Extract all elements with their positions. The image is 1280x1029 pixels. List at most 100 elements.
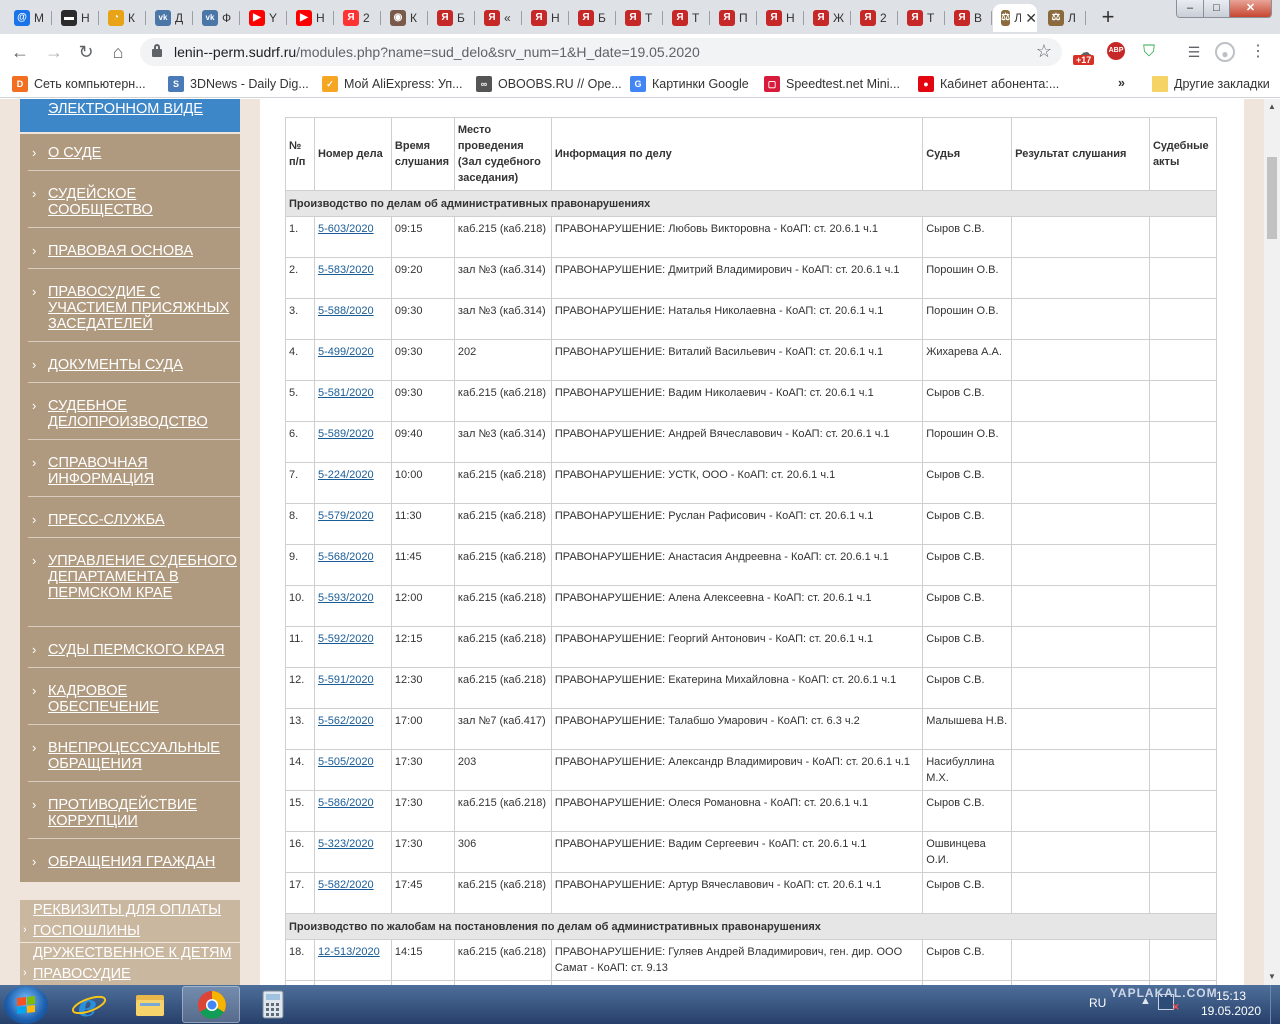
maximize-button[interactable]: □ <box>1203 0 1229 17</box>
sidebar-item[interactable]: › УПРАВЛЕНИЕ СУДЕБНОГО ДЕПАРТАМЕНТА В ПЕР… <box>28 553 240 601</box>
home-icon[interactable]: ⌂ <box>106 40 130 64</box>
browser-tab[interactable]: ЯТ <box>899 4 945 32</box>
sidebar-item[interactable]: › ДОКУМЕНТЫ СУДА <box>28 357 240 373</box>
browser-tab[interactable]: ЯТ <box>664 4 710 32</box>
case-number-link[interactable]: 5-562/2020 <box>318 715 374 727</box>
bookmark-item[interactable]: ∞ OBOOBS.RU // Ope... <box>476 76 622 92</box>
sidebar-item[interactable]: › ПРЕСС-СЛУЖБА <box>28 512 240 528</box>
lock-icon[interactable] <box>152 44 162 57</box>
browser-tab[interactable]: ⚖ Л ✕ <box>993 4 1037 32</box>
show-desktop-button[interactable] <box>1270 985 1280 1024</box>
sidebar-active-label[interactable]: ЭЛЕКТРОННОМ ВИДЕ <box>28 101 240 117</box>
browser-tab[interactable]: ▶ Н <box>288 4 334 32</box>
address-bar[interactable]: lenin--perm.sudrf.ru/modules.php?name=su… <box>140 38 1062 66</box>
browser-tab[interactable]: Я2 <box>852 4 898 32</box>
case-number-link[interactable]: 5-505/2020 <box>318 756 374 768</box>
profile-avatar-icon[interactable]: ● <box>1215 42 1235 62</box>
browser-tab[interactable]: vk Д <box>147 4 193 32</box>
sidebar-link[interactable]: › РЕКВИЗИТЫ ДЛЯ ОПЛАТЫ ГОСПОШЛИНЫ <box>20 900 240 942</box>
reload-icon[interactable]: ↻ <box>74 40 98 64</box>
browser-tab[interactable]: vk Ф <box>194 4 240 32</box>
case-number-link[interactable]: 5-579/2020 <box>318 510 374 522</box>
browser-tab[interactable]: Я2 <box>335 4 381 32</box>
scroll-up-arrow-icon[interactable]: ▲ <box>1264 99 1280 115</box>
browser-tab[interactable]: ЯН <box>758 4 804 32</box>
shield-icon[interactable]: ⛉ <box>1139 42 1159 62</box>
minimize-button[interactable]: – <box>1177 0 1203 17</box>
adblock-icon[interactable]: ABP <box>1107 42 1125 60</box>
bookmark-item[interactable]: ▢ Speedtest.net Mini... <box>764 76 900 92</box>
browser-tab[interactable]: ◉ К <box>382 4 428 32</box>
bookmark-item[interactable]: G Картинки Google <box>630 76 749 92</box>
case-number-link[interactable]: 5-323/2020 <box>318 838 374 850</box>
browser-tab[interactable]: ЯВ <box>946 4 992 32</box>
case-number-link[interactable]: 5-582/2020 <box>318 879 374 891</box>
case-number-link[interactable]: 12-513/2020 <box>318 946 380 958</box>
scroll-down-arrow-icon[interactable]: ▼ <box>1264 969 1280 985</box>
language-indicator[interactable]: RU <box>1089 996 1106 1010</box>
sidebar-link[interactable]: › ДРУЖЕСТВЕННОЕ К ДЕТЯМ ПРАВОСУДИЕ <box>20 943 240 985</box>
case-number-link[interactable]: 5-591/2020 <box>318 674 374 686</box>
taskbar-chrome[interactable] <box>182 986 240 1023</box>
browser-tab[interactable]: ▶ Y <box>241 4 287 32</box>
browser-tab[interactable]: @ M <box>6 4 52 32</box>
tab-title: Y <box>269 11 278 25</box>
browser-tab[interactable]: ◔ К <box>100 4 146 32</box>
back-icon[interactable]: ← <box>8 40 32 64</box>
media-controls-icon[interactable]: ☰ <box>1184 42 1204 62</box>
sidebar-item[interactable]: › СУДЕЙСКОЕ СООБЩЕСТВО <box>28 186 240 218</box>
scrollbar-thumb[interactable] <box>1267 157 1277 239</box>
start-button[interactable] <box>4 986 48 1024</box>
vertical-scrollbar[interactable]: ▲ ▼ <box>1264 99 1280 985</box>
taskbar-explorer[interactable] <box>121 986 179 1023</box>
browser-tab[interactable]: ЯБ <box>429 4 475 32</box>
case-number-link[interactable]: 5-586/2020 <box>318 797 374 809</box>
case-info-cell: ПРАВОНАРУШЕНИЕ: Виталий Васильевич - КоА… <box>550 339 924 381</box>
bookmark-star-icon[interactable]: ☆ <box>1036 41 1052 62</box>
taskbar-internet-explorer[interactable]: e <box>60 986 118 1024</box>
bookmark-item[interactable]: S 3DNews - Daily Dig... <box>168 76 309 92</box>
sidebar-item[interactable]: › ПРАВОВАЯ ОСНОВА <box>28 243 240 259</box>
case-number-link[interactable]: 5-568/2020 <box>318 551 374 563</box>
case-number-link[interactable]: 5-592/2020 <box>318 633 374 645</box>
browser-tab[interactable]: ЯЖ <box>805 4 851 32</box>
bookmark-item[interactable]: ✓ Мой AliExpress: Уп... <box>322 76 463 92</box>
sidebar-item[interactable]: › ПРОТИВОДЕЙСТВИЕ КОРРУПЦИИ <box>28 797 240 829</box>
hearing-time-cell: 10:00 <box>390 462 455 504</box>
sidebar-item[interactable]: › СПРАВОЧНАЯ ИНФОРМАЦИЯ <box>28 455 240 487</box>
case-number-link[interactable]: 5-224/2020 <box>318 469 374 481</box>
sidebar-item[interactable]: › КАДРОВОЕ ОБЕСПЕЧЕНИЕ <box>28 683 240 715</box>
close-tab-icon[interactable]: ✕ <box>1025 10 1037 27</box>
sidebar-item[interactable]: › О СУДЕ <box>28 145 240 161</box>
sidebar-item[interactable]: › ОБРАЩЕНИЯ ГРАЖДАН <box>28 854 240 870</box>
bookmark-item[interactable]: ● Кабинет абонента:... <box>918 76 1059 92</box>
case-number-link[interactable]: 5-581/2020 <box>318 387 374 399</box>
menu-kebab-icon[interactable]: ⋮ <box>1248 42 1268 62</box>
forward-icon[interactable]: → <box>42 40 66 64</box>
browser-tab[interactable]: Я « <box>476 4 522 32</box>
case-number-link[interactable]: 5-589/2020 <box>318 428 374 440</box>
browser-tab[interactable]: ЯТ <box>617 4 663 32</box>
tab-title: Б <box>598 11 606 25</box>
case-number-link[interactable]: 5-603/2020 <box>318 223 374 235</box>
sidebar-item[interactable]: › ВНЕПРОЦЕССУАЛЬНЫЕ ОБРАЩЕНИЯ <box>28 740 240 772</box>
bookmarks-overflow-button[interactable]: » <box>1118 76 1125 90</box>
case-number-link[interactable]: 5-499/2020 <box>318 346 374 358</box>
sidebar-item[interactable]: › ПРАВОСУДИЕ С УЧАСТИЕМ ПРИСЯЖНЫХ ЗАСЕДАТ… <box>28 284 240 332</box>
browser-tab[interactable]: ⚖ Л <box>1040 4 1086 32</box>
bookmark-item[interactable]: D Сеть компьютерн... <box>12 76 146 92</box>
sidebar-item[interactable]: › СУДЕБНОЕ ДЕЛОПРОИЗВОДСТВО <box>28 398 240 430</box>
close-window-button[interactable]: ✕ <box>1229 0 1271 17</box>
browser-tab[interactable]: ЯП <box>711 4 757 32</box>
browser-tab[interactable]: ▬ Н <box>53 4 99 32</box>
case-number-link[interactable]: 5-583/2020 <box>318 264 374 276</box>
case-number-link[interactable]: 5-588/2020 <box>318 305 374 317</box>
sidebar-active-item[interactable]: ЭЛЕКТРОННОМ ВИДЕ <box>20 99 240 132</box>
case-number-link[interactable]: 5-593/2020 <box>318 592 374 604</box>
browser-tab[interactable]: ЯБ <box>570 4 616 32</box>
taskbar-calculator[interactable] <box>244 986 302 1023</box>
new-tab-button[interactable]: + <box>1095 6 1121 30</box>
other-bookmarks-folder[interactable]: Другие закладки <box>1152 76 1270 92</box>
sidebar-item[interactable]: › СУДЫ ПЕРМСКОГО КРАЯ <box>28 642 240 658</box>
browser-tab[interactable]: ЯН <box>523 4 569 32</box>
